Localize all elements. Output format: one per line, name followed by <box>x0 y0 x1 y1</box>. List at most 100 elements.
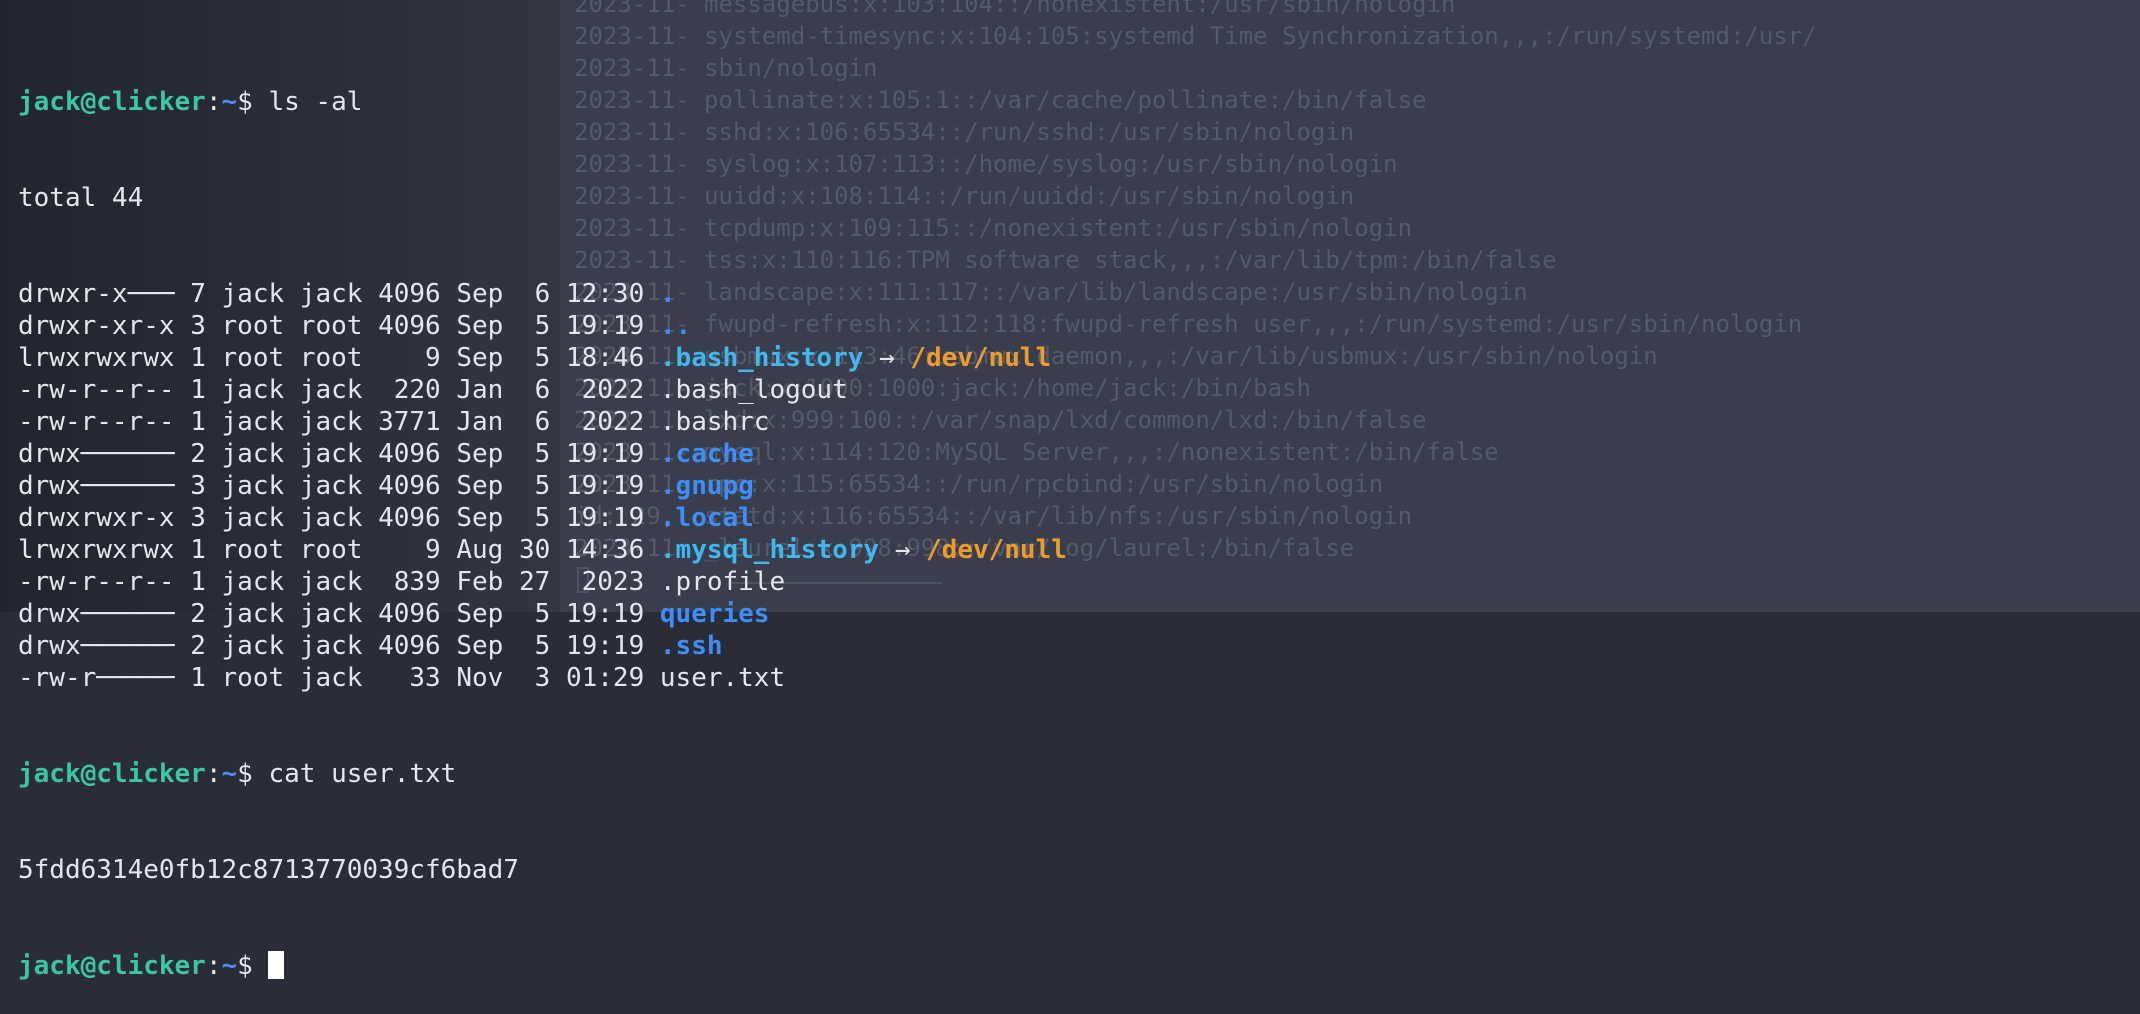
listing-links: 3 <box>190 471 206 501</box>
listing-perm: -rw-r--r-- <box>18 567 175 597</box>
listing-row: drwxrwxr-x 3 jack jack 4096 Sep 5 19:19 … <box>18 502 1067 534</box>
prompt-symbol: $ <box>237 951 269 981</box>
listing-perm: -rw-r───── <box>18 663 175 693</box>
listing-group: jack <box>299 663 363 693</box>
listing-group: jack <box>299 599 363 629</box>
listing-perm: drwx────── <box>18 471 175 501</box>
listing-row: drwx────── 2 jack jack 4096 Sep 5 19:19 … <box>18 598 1067 630</box>
listing-perm: drwxrwxr-x <box>18 503 175 533</box>
listing-row: -rw-r--r-- 1 jack jack 3771 Jan 6 2022 .… <box>18 406 1067 438</box>
prompt-line-cat: jack@clicker:~$ cat user.txt <box>18 758 1067 790</box>
listing-size: 4096 <box>378 471 441 501</box>
prompt-user-host: jack@clicker <box>18 87 206 117</box>
listing-row: drwx────── 3 jack jack 4096 Sep 5 19:19 … <box>18 470 1067 502</box>
symlink-target: /dev/null <box>926 535 1067 565</box>
listing-group: jack <box>299 503 363 533</box>
listing-time: 18:46 <box>565 343 645 373</box>
listing-row: drwx────── 2 jack jack 4096 Sep 5 19:19 … <box>18 438 1067 470</box>
listing-name: .cache <box>659 439 754 469</box>
listing-size: 33 <box>378 663 441 693</box>
listing-group: root <box>299 311 363 341</box>
listing-perm: lrwxrwxrwx <box>18 535 175 565</box>
listing-perm: lrwxrwxrwx <box>18 343 175 373</box>
prompt-path: ~ <box>221 759 238 789</box>
prompt-separator: : <box>205 951 222 981</box>
listing-time: 2022 <box>565 375 645 405</box>
listing-month: Sep <box>456 311 504 341</box>
symlink-arrow: → <box>863 343 911 373</box>
listing-day: 5 <box>518 471 551 501</box>
listing-owner: jack <box>221 599 285 629</box>
listing-name: .profile <box>659 567 786 597</box>
listing-group: root <box>299 343 363 373</box>
listing-size: 9 <box>378 535 441 565</box>
listing-row: drwxr-xr-x 3 root root 4096 Sep 5 19:19 … <box>18 310 1067 342</box>
listing-size: 4096 <box>378 279 441 309</box>
listing-group: root <box>299 535 363 565</box>
command-ls: ls -al <box>268 87 363 117</box>
listing-time: 19:19 <box>565 503 645 533</box>
listing-day: 6 <box>518 279 551 309</box>
listing-day: 30 <box>518 535 551 565</box>
listing-group: jack <box>299 567 363 597</box>
listing-size: 4096 <box>378 503 441 533</box>
listing-perm: -rw-r--r-- <box>18 375 175 405</box>
listing-name: .. <box>659 311 692 341</box>
prompt-line-ls: jack@clicker:~$ ls -al <box>18 86 1067 118</box>
listing-row: drwxr-x─── 7 jack jack 4096 Sep 6 12:30 … <box>18 278 1067 310</box>
listing-day: 3 <box>518 663 551 693</box>
listing-time: 2022 <box>565 407 645 437</box>
listing-size: 839 <box>378 567 441 597</box>
listing-name: .bash_history <box>659 343 864 373</box>
listing-perm: drwx────── <box>18 599 175 629</box>
listing-links: 1 <box>190 663 206 693</box>
listing-time: 14:36 <box>565 535 645 565</box>
listing-owner: jack <box>221 631 285 661</box>
listing-month: Sep <box>456 279 504 309</box>
symlink-arrow: → <box>879 535 927 565</box>
listing-perm: drwx────── <box>18 439 175 469</box>
prompt-symbol: $ <box>237 759 269 789</box>
listing-owner: jack <box>221 407 285 437</box>
listing-owner: jack <box>221 567 285 597</box>
listing-name: .local <box>659 503 754 533</box>
listing-links: 1 <box>190 375 206 405</box>
listing-links: 7 <box>190 279 206 309</box>
listing-links: 1 <box>190 535 206 565</box>
listing-owner: jack <box>221 279 285 309</box>
listing-day: 5 <box>518 631 551 661</box>
listing-size: 4096 <box>378 311 441 341</box>
prompt-symbol: $ <box>237 87 269 117</box>
listing-month: Sep <box>456 631 504 661</box>
listing-month: Nov <box>456 663 504 693</box>
listing-month: Jan <box>456 407 504 437</box>
listing-day: 6 <box>518 407 551 437</box>
prompt-line-active[interactable]: jack@clicker:~$ <box>18 950 1067 982</box>
listing-owner: jack <box>221 503 285 533</box>
listing-links: 2 <box>190 599 206 629</box>
listing-month: Sep <box>456 439 504 469</box>
listing-size: 220 <box>378 375 441 405</box>
listing-name: .gnupg <box>659 471 754 501</box>
listing-time: 19:19 <box>565 439 645 469</box>
listing-name: . <box>659 279 676 309</box>
total-line: total 44 <box>18 183 144 213</box>
listing-size: 9 <box>378 343 441 373</box>
listing-group: jack <box>299 375 363 405</box>
listing-group: jack <box>299 631 363 661</box>
listing-row: -rw-r───── 1 root jack 33 Nov 3 01:29 us… <box>18 662 1067 694</box>
listing-month: Aug <box>456 535 504 565</box>
terminal-window[interactable]: jack@clicker:~$ ls -al total 44 drwxr-x─… <box>18 22 1067 1014</box>
listing-row: lrwxrwxrwx 1 root root 9 Aug 30 14:36 .m… <box>18 534 1067 566</box>
listing-month: Sep <box>456 503 504 533</box>
listing-month: Sep <box>456 599 504 629</box>
listing-name: .mysql_history <box>659 535 880 565</box>
listing-time: 2023 <box>565 567 645 597</box>
listing-links: 3 <box>190 503 206 533</box>
listing-links: 2 <box>190 631 206 661</box>
listing-month: Jan <box>456 375 504 405</box>
listing-perm: drwxr-x─── <box>18 279 175 309</box>
listing-perm: drwx────── <box>18 631 175 661</box>
listing-day: 5 <box>518 311 551 341</box>
listing-name: .bashrc <box>659 407 770 437</box>
